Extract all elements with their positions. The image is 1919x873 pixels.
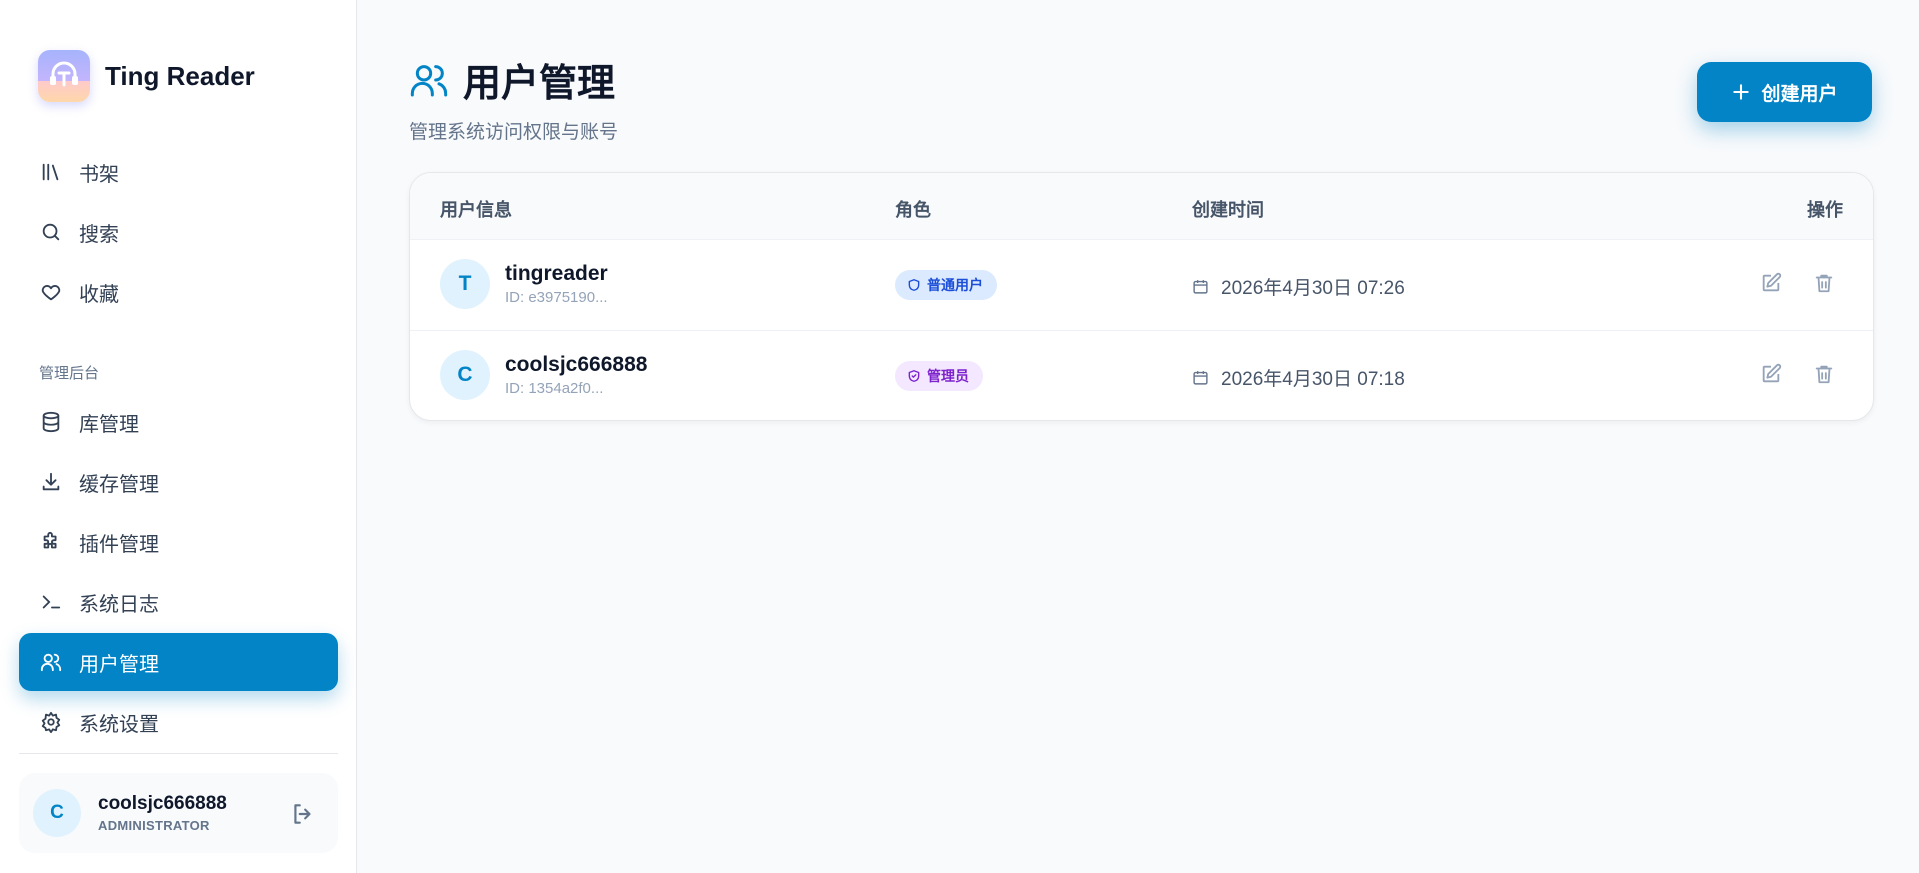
- user-id: ID: 1354a2f0...: [505, 380, 604, 397]
- users-table: 用户信息 角色 创建时间 操作 T tingreader ID: e397519…: [409, 172, 1874, 421]
- section-label-admin: 管理后台: [39, 365, 100, 382]
- shield-check-icon: [907, 369, 921, 383]
- terminal-icon: [39, 590, 63, 614]
- edit-icon[interactable]: [1760, 363, 1782, 385]
- nav-item-plugin-management[interactable]: 插件管理: [19, 513, 338, 571]
- created-date: 2026年4月30日 07:18: [1221, 369, 1405, 390]
- nav-item-system-logs[interactable]: 系统日志: [19, 573, 338, 631]
- page-header: 用户管理 管理系统访问权限与账号: [409, 52, 618, 144]
- nav-label: 缓存管理: [79, 473, 159, 496]
- logout-icon[interactable]: [290, 801, 316, 832]
- calendar-icon: [1192, 369, 1209, 386]
- users-icon: [409, 60, 449, 100]
- header-user-info: 用户信息: [440, 200, 512, 220]
- database-icon: [39, 410, 63, 434]
- nav-label: 书架: [79, 163, 119, 186]
- avatar: C: [440, 350, 490, 400]
- nav-item-search[interactable]: 搜索: [19, 203, 338, 261]
- sidebar: Ting Reader 书架 搜索 收藏 管理后台 库管理 缓存管理 插件管理 …: [0, 0, 357, 873]
- gear-icon: [39, 710, 63, 734]
- edit-icon[interactable]: [1760, 272, 1782, 294]
- calendar-icon: [1192, 278, 1209, 295]
- header-actions: 操作: [1807, 200, 1843, 220]
- current-user-card[interactable]: C coolsjc666888 ADMINISTRATOR: [19, 773, 338, 853]
- nav-label: 插件管理: [79, 533, 159, 556]
- nav-label: 库管理: [79, 413, 139, 436]
- search-icon: [39, 220, 63, 244]
- created-date: 2026年4月30日 07:26: [1221, 278, 1405, 299]
- current-user-role: ADMINISTRATOR: [98, 818, 210, 833]
- nav-label: 搜索: [79, 223, 119, 246]
- trash-icon[interactable]: [1813, 363, 1835, 385]
- create-user-label: 创建用户: [1761, 83, 1838, 105]
- current-user-name: coolsjc666888: [98, 793, 227, 814]
- table-row: C coolsjc666888 ID: 1354a2f0... 管理员 2026…: [410, 331, 1873, 420]
- role-label: 管理员: [927, 368, 969, 384]
- plus-icon: [1731, 82, 1751, 102]
- avatar: C: [33, 789, 81, 837]
- nav-item-favorites[interactable]: 收藏: [19, 263, 338, 321]
- avatar: T: [440, 259, 490, 309]
- nav-item-library-management[interactable]: 库管理: [19, 393, 338, 451]
- nav-label: 系统日志: [79, 593, 159, 616]
- puzzle-icon: [39, 530, 63, 554]
- header-created: 创建时间: [1192, 200, 1264, 220]
- trash-icon[interactable]: [1813, 272, 1835, 294]
- nav-item-user-management[interactable]: 用户管理: [19, 633, 338, 691]
- app-name: Ting Reader: [105, 60, 255, 91]
- role-badge: 普通用户: [895, 270, 997, 300]
- page-subtitle: 管理系统访问权限与账号: [409, 122, 619, 143]
- users-icon: [39, 650, 63, 674]
- shield-icon: [907, 278, 921, 292]
- create-user-button[interactable]: 创建用户: [1697, 62, 1872, 122]
- role-badge: 管理员: [895, 361, 983, 391]
- app-logo: [38, 50, 90, 102]
- page-title: 用户管理: [463, 63, 616, 105]
- nav-label: 系统设置: [79, 713, 159, 736]
- user-name: coolsjc666888: [505, 353, 648, 376]
- library-icon: [39, 160, 63, 184]
- nav-label: 收藏: [79, 283, 119, 306]
- table-row: T tingreader ID: e3975190... 普通用户 2026年4…: [410, 240, 1873, 331]
- nav-item-cache-management[interactable]: 缓存管理: [19, 453, 338, 511]
- sidebar-divider: [19, 753, 338, 754]
- main-content: 用户管理 管理系统访问权限与账号 创建用户 用户信息 角色 创建时间 操作 T: [357, 0, 1919, 873]
- nav-label: 用户管理: [79, 653, 159, 676]
- nav-item-system-settings[interactable]: 系统设置: [19, 693, 338, 751]
- table-header: 用户信息 角色 创建时间 操作: [410, 173, 1873, 240]
- user-name: tingreader: [505, 262, 608, 285]
- header-role: 角色: [895, 200, 931, 220]
- download-icon: [39, 470, 63, 494]
- user-id: ID: e3975190...: [505, 289, 608, 306]
- nav-item-bookshelf[interactable]: 书架: [19, 143, 338, 201]
- heart-icon: [39, 280, 63, 304]
- role-label: 普通用户: [927, 277, 983, 293]
- brand[interactable]: Ting Reader: [38, 50, 255, 102]
